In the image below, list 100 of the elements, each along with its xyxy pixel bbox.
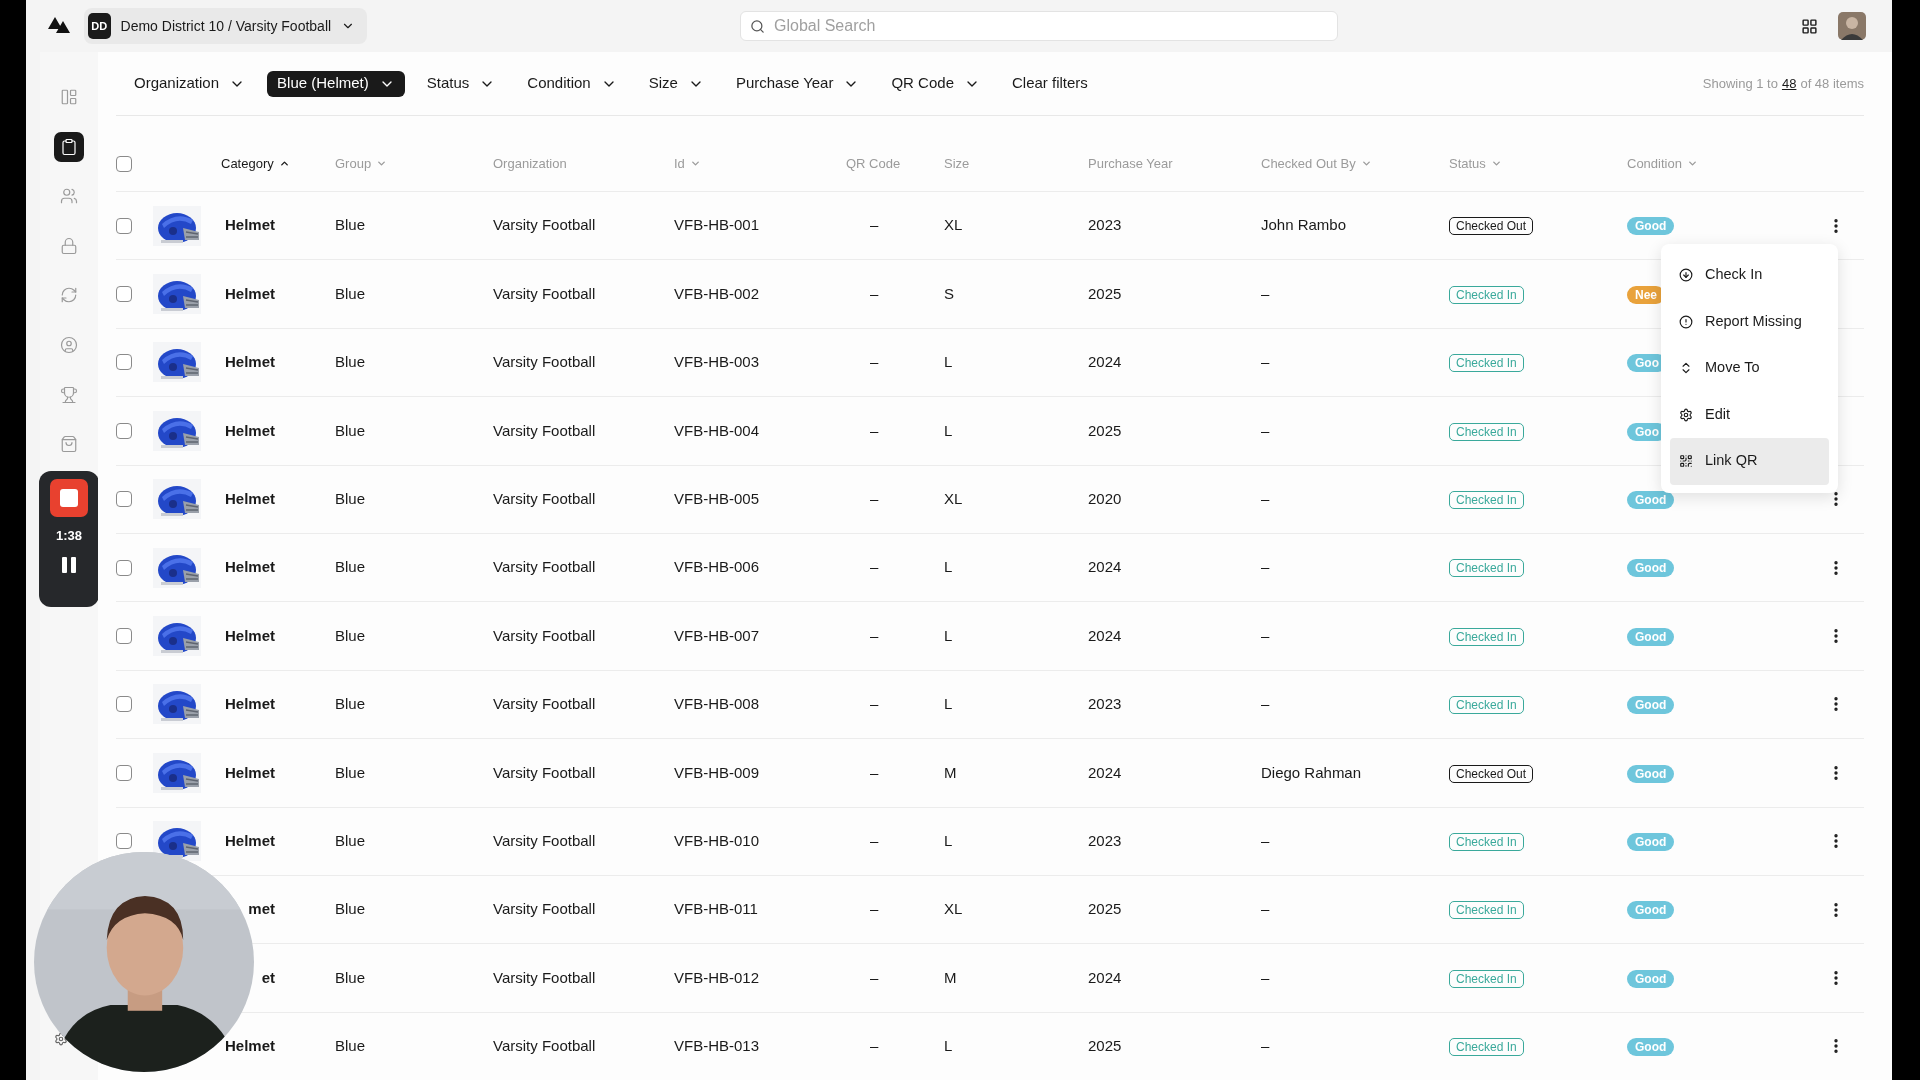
table-cell: Blue <box>335 216 366 234</box>
table-cell: L <box>944 831 953 849</box>
table-cell: Blue <box>335 968 366 986</box>
table-cell: Blue <box>335 900 366 918</box>
condition-badge: Good <box>1627 901 1675 920</box>
checkbox[interactable] <box>116 286 132 303</box>
table-cell: 2024 <box>1088 968 1122 986</box>
grid-icon[interactable] <box>1801 17 1818 35</box>
table-cell-text: Helmet <box>223 557 275 578</box>
table-cell: VFB-HB-001 <box>674 216 760 234</box>
table-cell: VFB-HB-006 <box>674 558 760 576</box>
sidebar-item[interactable] <box>54 131 84 162</box>
clear-filters-link[interactable]: Clear filters <box>1002 70 1098 97</box>
table-cell: Blue <box>335 626 366 644</box>
workspace-switcher[interactable]: DD Demo District 10 / Varsity Football <box>84 8 367 44</box>
table-cell-text: Helmet <box>223 215 275 236</box>
table-cell: Varsity Football <box>493 421 596 439</box>
table-cell: Blue <box>335 1037 366 1055</box>
lock-icon <box>60 236 78 255</box>
filter-dropdown[interactable]: Status <box>416 70 506 97</box>
status-badge: Checked In <box>1449 422 1524 441</box>
count-link[interactable]: 48 <box>1781 73 1797 94</box>
table-cell-text: met <box>247 899 275 920</box>
table-cell: Varsity Football <box>493 763 596 781</box>
checkbox[interactable] <box>116 764 132 781</box>
table-cell: XL <box>944 216 963 234</box>
checkbox[interactable] <box>116 628 132 645</box>
table-cell: XL <box>944 900 963 918</box>
filter-dropdown[interactable]: QR Code <box>881 70 990 97</box>
settings-icon <box>1679 407 1693 422</box>
filter-dropdown[interactable]: Size <box>638 70 714 97</box>
condition-badge: Good <box>1627 491 1675 509</box>
table-cell: VFB-HB-007 <box>674 626 760 644</box>
table-cell: 2025 <box>1088 421 1122 439</box>
table-cell: – <box>870 421 879 439</box>
table-cell: Blue <box>335 558 366 576</box>
status-badge: Checked In <box>1449 559 1524 578</box>
stop-button[interactable] <box>50 478 88 517</box>
refresh-icon <box>60 286 78 305</box>
table-cell: 2025 <box>1088 900 1122 918</box>
checkbox[interactable] <box>116 422 132 439</box>
table-cell: 2025 <box>1088 1037 1122 1055</box>
table-cell: – <box>870 1037 879 1055</box>
table-cell: – <box>1261 284 1270 302</box>
checkbox[interactable] <box>116 354 132 371</box>
checkbox[interactable] <box>116 696 132 713</box>
table-cell: VFB-HB-013 <box>674 1037 760 1055</box>
users-icon <box>60 187 78 206</box>
filter-dropdown[interactable]: Purchase Year <box>725 70 870 97</box>
table-cell: Varsity Football <box>493 558 596 576</box>
column-header[interactable]: Category <box>221 153 290 174</box>
recording-time: 1:38 <box>56 526 82 545</box>
logo-icon[interactable] <box>48 17 70 35</box>
checkbox[interactable] <box>116 833 132 850</box>
table-cell: – <box>870 490 879 507</box>
clipboard-icon <box>60 137 78 156</box>
table-cell: M <box>944 968 957 986</box>
condition-badge: Good <box>1627 832 1675 851</box>
sort-icon <box>1490 158 1502 169</box>
table-cell: L <box>944 695 953 713</box>
qr-code-icon <box>1679 454 1693 469</box>
table-cell: VFB-HB-005 <box>674 490 760 507</box>
checkbox[interactable] <box>116 491 132 508</box>
filter-dropdown[interactable]: Condition <box>517 70 627 97</box>
condition-badge: Good <box>1627 217 1675 236</box>
status-badge: Checked In <box>1449 285 1524 304</box>
table-cell: VFB-HB-009 <box>674 763 760 781</box>
stop-icon <box>60 488 78 507</box>
download-circle-icon <box>1679 268 1693 283</box>
settings-icon[interactable] <box>54 1032 68 1046</box>
condition-badge: Good <box>1627 1038 1675 1057</box>
table-cell: – <box>870 900 879 918</box>
status-badge: Checked In <box>1449 832 1524 851</box>
table-cell: Varsity Football <box>493 216 596 234</box>
table-cell: L <box>944 421 953 439</box>
pause-button[interactable] <box>60 555 78 576</box>
table-cell-text: Helmet <box>223 694 275 715</box>
table-cell: Varsity Football <box>493 490 596 507</box>
sort-icon <box>1360 158 1372 169</box>
table-cell-text: Helmet <box>223 1036 275 1057</box>
condition-badge: Good <box>1627 696 1675 715</box>
checkbox[interactable] <box>116 559 132 576</box>
checkbox[interactable] <box>116 217 132 234</box>
table-cell: L <box>944 1037 953 1055</box>
status-badge: Checked In <box>1449 969 1524 988</box>
table-cell: Diego Rahman <box>1261 763 1362 781</box>
filter-dropdown[interactable]: Organization <box>124 70 256 97</box>
workspace-name: Demo District 10 / Varsity Football <box>120 16 332 36</box>
table-cell: VFB-HB-008 <box>674 695 760 713</box>
column-header: Size <box>944 154 970 173</box>
menu-item[interactable]: Link QR <box>1670 438 1829 485</box>
checkbox[interactable] <box>116 155 132 172</box>
condition-badge: Good <box>1627 969 1675 988</box>
filter-dropdown[interactable]: Blue (Helmet) <box>267 70 405 97</box>
table-cell: Varsity Football <box>493 695 596 713</box>
avatar[interactable] <box>1838 12 1866 40</box>
table-cell: – <box>870 763 879 781</box>
search-field[interactable]: Global Search <box>740 11 1338 41</box>
table-cell: Varsity Football <box>493 626 596 644</box>
table-cell: – <box>1261 900 1270 918</box>
